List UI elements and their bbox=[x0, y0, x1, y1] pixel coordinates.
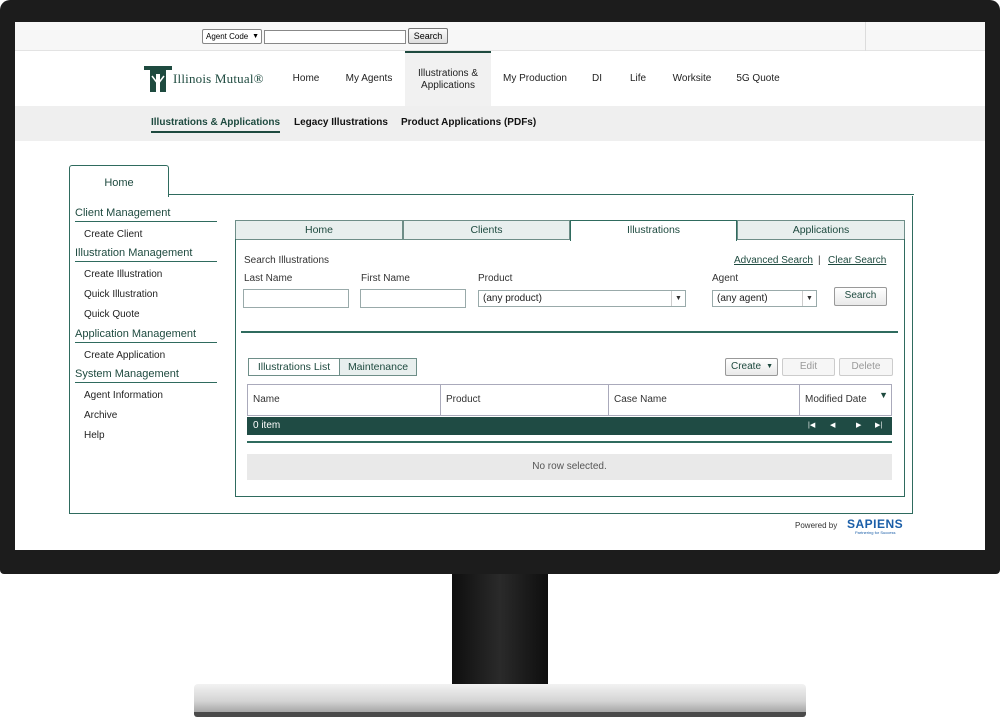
product-select-value: (any product) bbox=[483, 293, 542, 304]
tab-main-home[interactable]: Home bbox=[69, 165, 169, 197]
top-strip-divider bbox=[865, 22, 866, 51]
search-button[interactable]: Search bbox=[834, 287, 887, 306]
delete-button[interactable]: Delete bbox=[839, 358, 893, 376]
monitor-bezel: Agent Code ▼ Search Illinois Mutual® Hom… bbox=[0, 0, 1000, 574]
chevron-down-icon: ▼ bbox=[802, 291, 816, 306]
link-separator: | bbox=[818, 255, 821, 266]
nav-illustrations-applications[interactable]: Illustrations & Applications bbox=[405, 51, 491, 106]
sidebar-item-help[interactable]: Help bbox=[84, 430, 105, 441]
sidebar-heading-system-management: System Management bbox=[75, 368, 217, 383]
column-header-product[interactable]: Product bbox=[441, 385, 609, 415]
search-illustrations-heading: Search Illustrations bbox=[244, 255, 330, 266]
logo-text: Illinois Mutual® bbox=[173, 71, 264, 86]
sidebar-item-quick-quote[interactable]: Quick Quote bbox=[84, 309, 140, 320]
agent-code-select-label: Agent Code bbox=[206, 32, 249, 41]
tab-clients[interactable]: Clients bbox=[403, 220, 570, 240]
sidebar-heading-client-management: Client Management bbox=[75, 207, 217, 222]
chevron-down-icon: ▼ bbox=[671, 291, 685, 306]
monitor-base-shadow bbox=[194, 712, 806, 717]
screen: Agent Code ▼ Search Illinois Mutual® Hom… bbox=[15, 22, 985, 550]
empty-selection-message: No row selected. bbox=[247, 454, 892, 480]
maintenance-view-button[interactable]: Maintenance bbox=[339, 358, 417, 376]
monitor-base bbox=[194, 684, 806, 715]
tab-illustrations[interactable]: Illustrations bbox=[570, 220, 737, 241]
column-header-modified-date[interactable]: Modified Date ▼ bbox=[800, 385, 892, 415]
last-name-label: Last Name bbox=[244, 273, 293, 284]
last-name-input[interactable] bbox=[243, 289, 349, 308]
nav-5g-quote[interactable]: 5G Quote bbox=[731, 51, 785, 106]
first-name-input[interactable] bbox=[360, 289, 466, 308]
item-count: 0 item bbox=[253, 420, 281, 431]
sidebar-item-archive[interactable]: Archive bbox=[84, 410, 117, 421]
create-button[interactable]: Create ▼ bbox=[725, 358, 778, 376]
illustrations-list-view-button[interactable]: Illustrations List bbox=[248, 358, 340, 376]
monitor-neck bbox=[452, 574, 548, 686]
nav-my-production[interactable]: My Production bbox=[497, 51, 573, 106]
nav-life[interactable]: Life bbox=[623, 51, 653, 106]
subnav-product-applications[interactable]: Product Applications (PDFs) bbox=[401, 117, 536, 128]
top-search-bar: Agent Code ▼ Search bbox=[15, 22, 985, 51]
sidebar-item-create-illustration[interactable]: Create Illustration bbox=[84, 269, 162, 280]
last-page-icon[interactable]: ▶| bbox=[875, 417, 882, 435]
search-divider bbox=[241, 331, 898, 333]
advanced-search-link[interactable]: Advanced Search bbox=[734, 255, 813, 266]
agent-code-input[interactable] bbox=[264, 30, 406, 44]
agent-select-value: (any agent) bbox=[717, 293, 768, 304]
illinois-mutual-logo-icon bbox=[144, 66, 172, 92]
chevron-down-icon: ▼ bbox=[766, 363, 773, 370]
sapiens-tagline: Partnering for Success bbox=[855, 530, 896, 535]
monitor-mockup: Agent Code ▼ Search Illinois Mutual® Hom… bbox=[0, 0, 1000, 717]
sidebar-item-quick-illustration[interactable]: Quick Illustration bbox=[84, 289, 158, 300]
agent-select[interactable]: (any agent) ▼ bbox=[712, 290, 817, 307]
grid-divider bbox=[247, 441, 892, 443]
sidebar-item-create-application[interactable]: Create Application bbox=[84, 350, 165, 361]
column-header-modified-date-label: Modified Date bbox=[805, 394, 867, 405]
create-button-label: Create bbox=[731, 361, 762, 372]
column-header-case-name[interactable]: Case Name bbox=[609, 385, 800, 415]
sidebar-item-agent-information[interactable]: Agent Information bbox=[84, 390, 163, 401]
agent-label: Agent bbox=[712, 273, 739, 284]
sort-descending-icon[interactable]: ▼ bbox=[879, 389, 888, 401]
tab-home[interactable]: Home bbox=[235, 220, 403, 240]
powered-by-text: Powered by bbox=[795, 521, 838, 530]
nav-my-agents[interactable]: My Agents bbox=[338, 51, 400, 106]
sidebar-heading-application-management: Application Management bbox=[75, 328, 217, 343]
column-header-name[interactable]: Name bbox=[248, 385, 441, 415]
chevron-down-icon: ▼ bbox=[252, 33, 259, 40]
sub-navigation: Illustrations & Applications Legacy Illu… bbox=[15, 106, 985, 141]
nav-home[interactable]: Home bbox=[280, 51, 332, 106]
main-header: Illinois Mutual® Home My Agents Illustra… bbox=[15, 51, 985, 106]
logo[interactable]: Illinois Mutual® bbox=[143, 64, 273, 94]
first-name-label: First Name bbox=[361, 273, 410, 284]
first-page-icon[interactable]: |◀ bbox=[808, 417, 815, 435]
product-label: Product bbox=[478, 273, 513, 284]
sapiens-logo: SAPIENS bbox=[847, 517, 904, 531]
nav-worksite[interactable]: Worksite bbox=[667, 51, 717, 106]
previous-page-icon[interactable]: ◀ bbox=[830, 417, 835, 435]
grid-status-bar: 0 item |◀ ◀ ▶ ▶| bbox=[247, 417, 892, 435]
tab-applications[interactable]: Applications bbox=[737, 220, 905, 240]
nav-di[interactable]: DI bbox=[585, 51, 609, 106]
grid-header: Name Product Case Name Modified Date ▼ bbox=[247, 384, 892, 416]
edit-button[interactable]: Edit bbox=[782, 358, 835, 376]
frame-top-border bbox=[169, 194, 914, 195]
sidebar-heading-illustration-management: Illustration Management bbox=[75, 247, 217, 262]
clear-search-link[interactable]: Clear Search bbox=[828, 255, 886, 266]
sidebar-item-create-client[interactable]: Create Client bbox=[84, 229, 142, 240]
product-select[interactable]: (any product) ▼ bbox=[478, 290, 686, 307]
next-page-icon[interactable]: ▶ bbox=[856, 417, 861, 435]
subnav-legacy-illustrations[interactable]: Legacy Illustrations bbox=[294, 117, 388, 128]
subnav-illustrations-applications[interactable]: Illustrations & Applications bbox=[151, 117, 281, 133]
agent-code-select[interactable]: Agent Code ▼ bbox=[202, 29, 262, 44]
top-search-button[interactable]: Search bbox=[408, 28, 448, 44]
